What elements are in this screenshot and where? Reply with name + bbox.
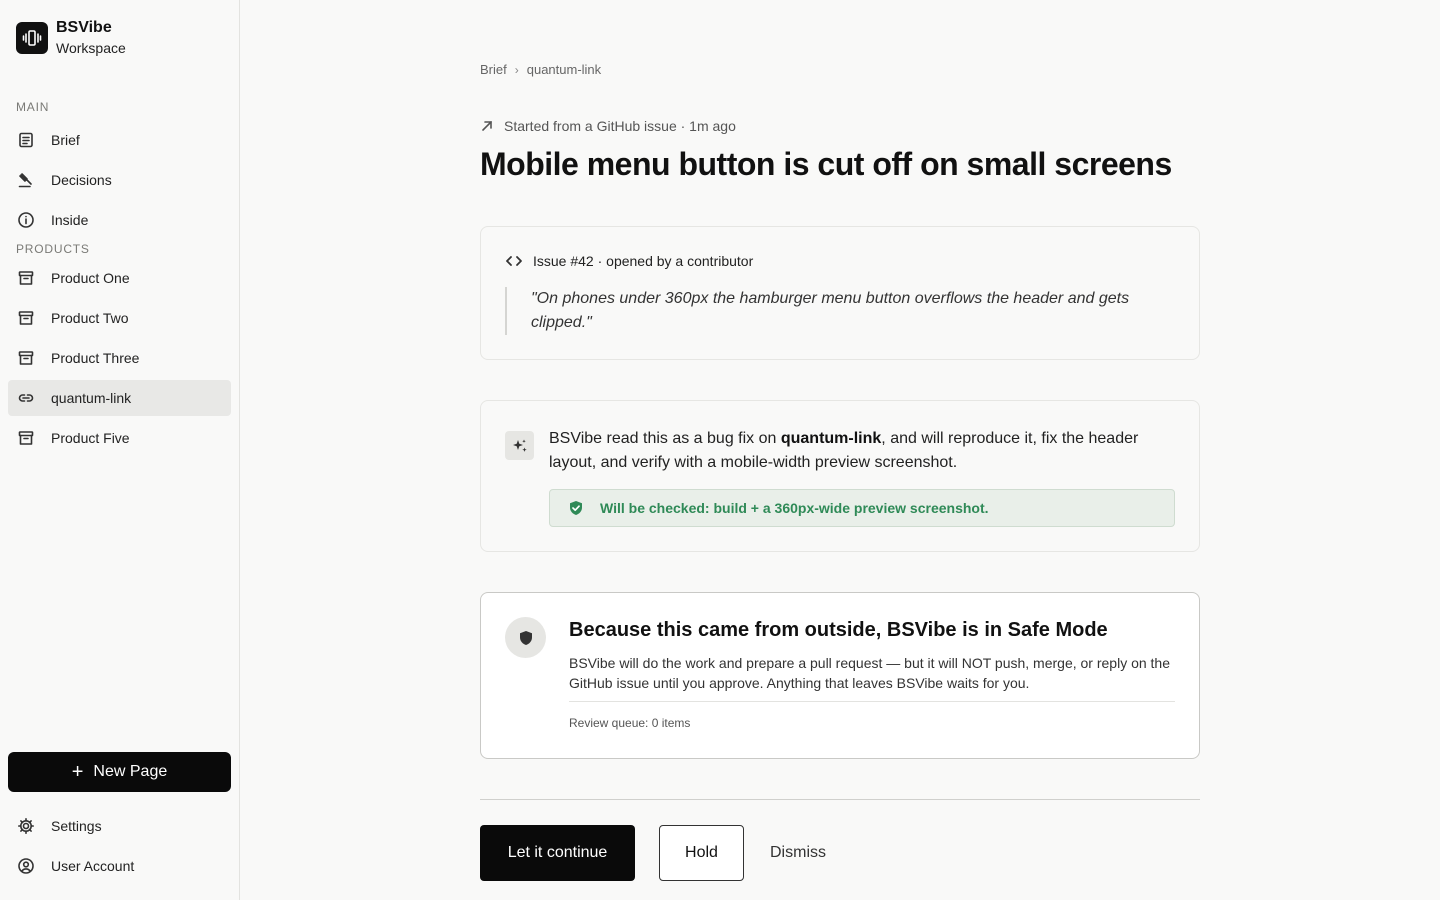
sidebar-item-label: Product One xyxy=(51,270,130,286)
new-page-label: New Page xyxy=(93,763,168,780)
info-icon xyxy=(17,211,35,229)
sidebar-item-user-account[interactable]: User Account xyxy=(8,848,231,884)
sidebar-item-inside[interactable]: Inside xyxy=(8,202,231,238)
let-it-continue-button[interactable]: Let it continue xyxy=(480,825,635,881)
divider xyxy=(480,799,1200,800)
sidebar-item-label: Product Two xyxy=(51,310,129,326)
safe-mode-body: BSVibe will do the work and prepare a pu… xyxy=(569,655,1171,691)
new-page-button[interactable]: + New Page xyxy=(8,752,231,792)
issue-quote: "On phones under 360px the hamburger men… xyxy=(505,287,1177,335)
issue-card: Issue #42 · opened by a contributor "On … xyxy=(480,226,1200,360)
archive-icon xyxy=(17,349,35,367)
verification-text: Will be checked: build + a 360px-wide pr… xyxy=(600,500,989,516)
sidebar-item-quantum-link[interactable]: quantum-link xyxy=(8,380,231,416)
link-icon xyxy=(17,389,35,407)
section-label-main: MAIN xyxy=(16,100,50,114)
origin-text: Started from a GitHub issue · 1m ago xyxy=(504,118,736,134)
vibrate-logo-icon xyxy=(16,22,48,54)
sidebar-item-product-three[interactable]: Product Three xyxy=(8,340,231,376)
review-queue-status[interactable]: Review queue: 0 items xyxy=(569,716,690,730)
gavel-icon xyxy=(17,171,35,189)
sidebar-item-label: Brief xyxy=(51,132,80,148)
brand-subtitle: Workspace xyxy=(56,40,126,56)
sidebar-item-label: Product Five xyxy=(51,430,130,446)
sidebar-item-label: Product Three xyxy=(51,350,140,366)
verification-notice: Will be checked: build + a 360px-wide pr… xyxy=(549,489,1175,527)
sidebar-item-product-one[interactable]: Product One xyxy=(8,260,231,296)
shield-icon xyxy=(505,617,546,658)
brand-name: BSVibe xyxy=(56,19,112,36)
interpretation-prefix: BSVibe read this as a bug fix on xyxy=(549,430,781,447)
breadcrumb: Brief › quantum-link xyxy=(480,62,601,77)
brand[interactable]: BSVibe Workspace xyxy=(16,18,126,58)
interpretation-target: quantum-link xyxy=(780,430,882,447)
sidebar-item-brief[interactable]: Brief xyxy=(8,122,231,158)
gear-icon xyxy=(17,817,35,835)
dismiss-button[interactable]: Dismiss xyxy=(758,825,838,881)
sidebar-item-label: Inside xyxy=(51,212,89,228)
safe-mode-title: Because this came from outside, BSVibe i… xyxy=(569,619,1108,641)
document-icon xyxy=(17,131,35,149)
page-title: Mobile menu button is cut off on small s… xyxy=(480,146,1172,182)
divider xyxy=(569,701,1175,702)
issue-header-text: Issue #42 · opened by a contributor xyxy=(533,253,754,269)
shield-check-icon xyxy=(570,501,582,515)
sidebar-item-label: User Account xyxy=(51,858,135,874)
interpretation-card: BSVibe read this as a bug fix on quantum… xyxy=(480,400,1200,552)
chevron-right-icon: › xyxy=(514,62,519,77)
archive-icon xyxy=(17,429,35,447)
sidebar-item-label: Decisions xyxy=(51,172,112,188)
sidebar-item-settings[interactable]: Settings xyxy=(8,808,231,844)
origin-line: Started from a GitHub issue · 1m ago xyxy=(480,118,736,134)
breadcrumb-root[interactable]: Brief xyxy=(480,62,507,77)
user-circle-icon xyxy=(17,857,35,875)
sidebar-item-decisions[interactable]: Decisions xyxy=(8,162,231,198)
arrow-up-right-icon xyxy=(482,121,492,131)
issue-header[interactable]: Issue #42 · opened by a contributor xyxy=(505,252,753,270)
section-label-products: PRODUCTS xyxy=(16,242,90,256)
sparkles-icon xyxy=(505,431,534,460)
sidebar-item-label: quantum-link xyxy=(51,390,132,406)
sidebar: BSVibe Workspace MAIN Brief Decisions In… xyxy=(0,0,240,900)
sidebar-item-product-five[interactable]: Product Five xyxy=(8,420,231,456)
code-icon xyxy=(506,256,522,266)
plus-icon: + xyxy=(71,761,84,783)
interpretation-text: BSVibe read this as a bug fix on quantum… xyxy=(549,427,1179,475)
archive-icon xyxy=(17,309,35,327)
breadcrumb-current[interactable]: quantum-link xyxy=(527,62,601,77)
sidebar-item-product-two[interactable]: Product Two xyxy=(8,300,231,336)
archive-icon xyxy=(17,269,35,287)
sidebar-item-label: Settings xyxy=(51,818,102,834)
hold-button[interactable]: Hold xyxy=(659,825,744,881)
safe-mode-card: Because this came from outside, BSVibe i… xyxy=(480,592,1200,759)
